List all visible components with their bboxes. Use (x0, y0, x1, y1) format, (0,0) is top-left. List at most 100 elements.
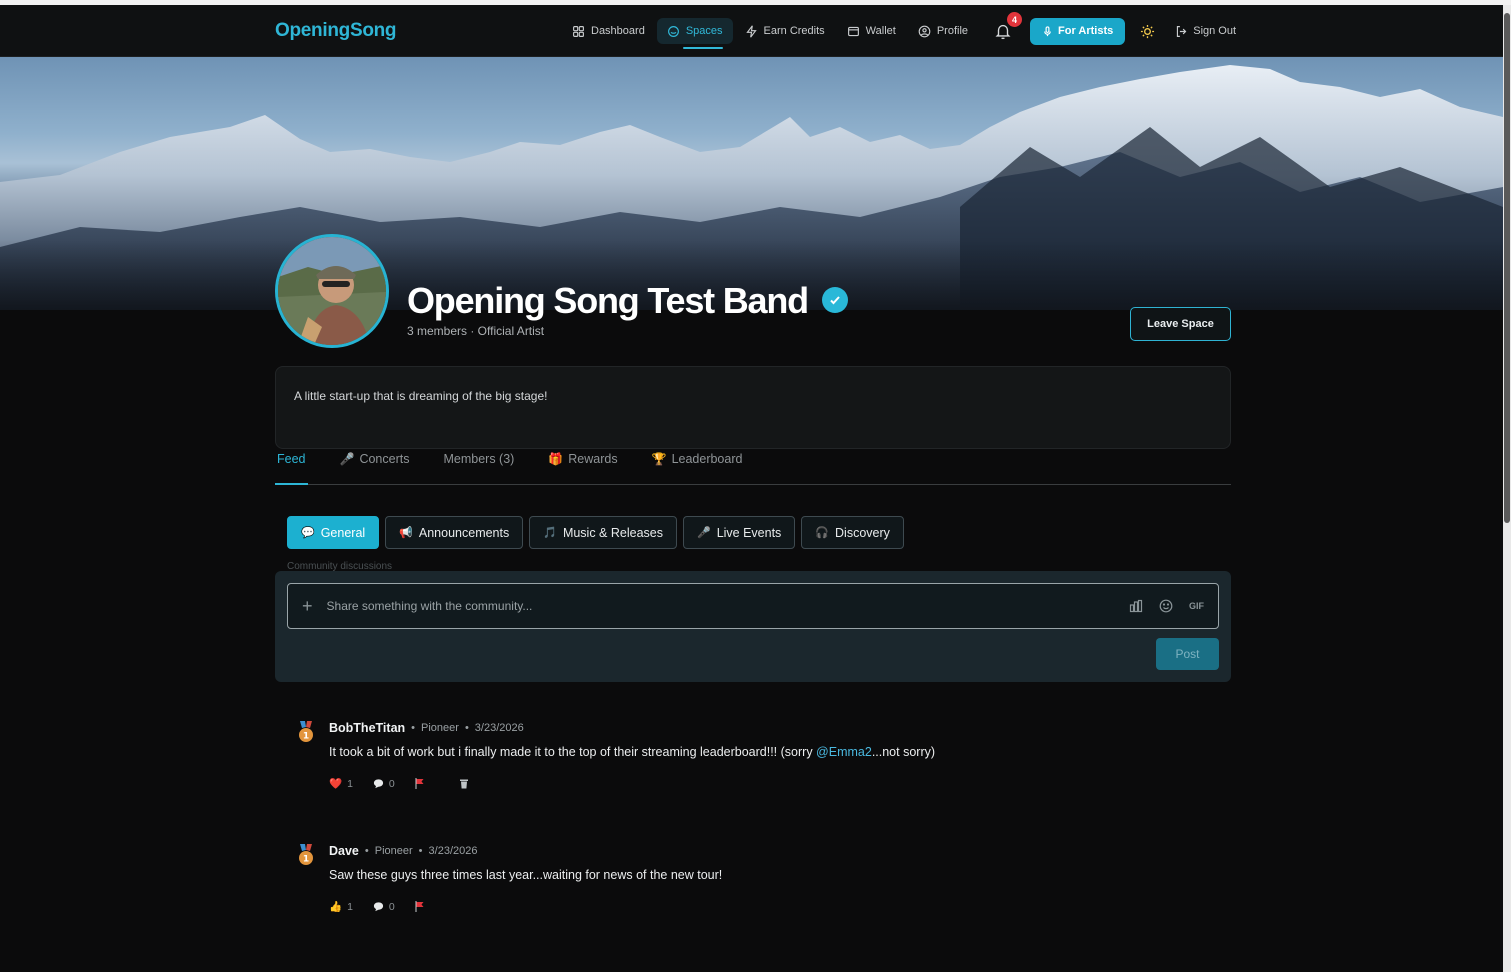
nav-wallet[interactable]: Wallet (837, 18, 906, 44)
space-title: Opening Song Test Band (407, 280, 809, 321)
svg-text:1: 1 (303, 732, 309, 742)
separator-dot: • (411, 722, 416, 734)
flag-icon (415, 901, 424, 912)
nav-spaces[interactable]: Spaces (656, 18, 733, 49)
main-nav: Dashboard Spaces Earn Credits Wallet Pro… (562, 5, 1236, 57)
notifications-button[interactable]: 4 (992, 12, 1023, 42)
svg-text:1: 1 (303, 855, 309, 865)
post-text-end: ...not sorry) (871, 745, 936, 759)
grid-icon (573, 25, 584, 37)
emoji-icon[interactable] (1159, 599, 1173, 613)
feed-post: 1 BobTheTitan • Pioneer • 3/23/2026 It t… (297, 721, 1197, 801)
avatar-photo (278, 237, 386, 345)
scrollbar-thumb[interactable] (1504, 13, 1510, 523)
tab-concerts-label: Concerts (359, 452, 410, 466)
nav-spaces-label: Spaces (685, 25, 723, 37)
for-artists-button[interactable]: For Artists (1030, 17, 1126, 45)
music-note-icon: 🎵 (543, 527, 557, 539)
top-nav-bar: OpeningSong Dashboard Spaces Earn Credit… (0, 5, 1503, 57)
medal-icon: 1 (299, 844, 313, 865)
space-tabs: Feed 🎤 Concerts Members (3) 🎁 Rewards 🏆 … (275, 450, 1231, 485)
for-artists-label: For Artists (1058, 25, 1114, 37)
separator-dot: • (418, 845, 423, 857)
tab-rewards-label: Rewards (568, 452, 618, 466)
notification-count-badge: 4 (1007, 12, 1023, 27)
comment-button[interactable]: 0 (373, 778, 395, 790)
separator-dot: • (464, 722, 469, 734)
plus-icon[interactable]: + (302, 597, 313, 615)
post-actions: 👍 1 0 (329, 900, 425, 913)
user-circle-icon (918, 25, 931, 37)
channel-live-events[interactable]: 🎤 Live Events (682, 516, 796, 549)
channel-discovery-label: Discovery (835, 525, 890, 540)
comment-icon (373, 779, 384, 789)
sign-out-icon (1177, 25, 1187, 37)
comment-button[interactable]: 0 (373, 901, 395, 913)
nav-dashboard-label: Dashboard (591, 25, 645, 37)
post-rank: Pioneer (374, 845, 413, 857)
sun-icon (1140, 24, 1154, 38)
tab-feed-label: Feed (277, 452, 306, 466)
nav-wallet-label: Wallet (865, 25, 896, 37)
leave-space-button[interactable]: Leave Space (1130, 307, 1231, 341)
post-text: It took a bit of work but i finally made… (329, 745, 817, 759)
tab-concerts[interactable]: 🎤 Concerts (338, 450, 412, 485)
delete-button[interactable] (459, 778, 469, 789)
channel-discovery[interactable]: 🎧 Discovery (801, 516, 904, 549)
tab-members-label: Members (3) (443, 452, 515, 466)
reaction-count: 1 (347, 777, 353, 790)
tab-members[interactable]: Members (3) (441, 450, 516, 485)
nav-earn-credits-label: Earn Credits (763, 25, 825, 37)
post-author[interactable]: Dave (329, 844, 359, 858)
space-banner-image (0, 57, 1503, 310)
report-button[interactable] (415, 901, 425, 912)
tab-feed[interactable]: Feed (275, 450, 308, 485)
scrollbar[interactable] (1503, 5, 1511, 972)
composer-placeholder[interactable]: Share something with the community... (327, 599, 1129, 613)
microphone-icon (1044, 25, 1051, 36)
channel-announcements[interactable]: 📢 Announcements (385, 516, 524, 549)
post-mention[interactable]: @Emma2 (816, 745, 872, 759)
post-composer: + Share something with the community... … (275, 571, 1231, 682)
nav-profile-label: Profile (936, 25, 969, 37)
sign-out-button[interactable]: Sign Out (1175, 25, 1236, 38)
space-description: A little start-up that is dreaming of th… (275, 366, 1231, 449)
sign-out-label: Sign Out (1193, 25, 1237, 37)
space-avatar[interactable] (275, 234, 389, 348)
nav-earn-credits[interactable]: Earn Credits (735, 18, 835, 44)
comment-icon (373, 902, 384, 912)
channel-announcements-label: Announcements (418, 525, 510, 540)
reaction-button[interactable]: ❤️ 1 (329, 777, 353, 791)
post-date: 3/23/2026 (474, 722, 524, 734)
space-meta: 3 members · Official Artist (407, 324, 545, 338)
post-button[interactable]: Post (1156, 638, 1219, 670)
app-logo[interactable]: OpeningSong (275, 20, 397, 42)
channel-music-releases[interactable]: 🎵 Music & Releases (529, 516, 677, 549)
reaction-button[interactable]: 👍 1 (329, 900, 353, 914)
tab-leaderboard[interactable]: 🏆 Leaderboard (650, 450, 745, 485)
nav-profile[interactable]: Profile (908, 18, 978, 44)
gift-icon: 🎁 (548, 452, 564, 466)
post-author[interactable]: BobTheTitan (329, 721, 405, 735)
headphones-icon: 🎧 (815, 527, 830, 539)
verified-badge-icon (822, 287, 848, 313)
thumbs-up-icon: 👍 (329, 901, 343, 913)
feed-post: 1 Dave • Pioneer • 3/23/2026 Saw these g… (297, 844, 1197, 924)
megaphone-icon: 📢 (399, 527, 413, 539)
composer-input[interactable]: + Share something with the community... … (287, 583, 1219, 629)
tab-rewards[interactable]: 🎁 Rewards (546, 450, 619, 485)
theme-toggle-button[interactable] (1133, 17, 1161, 45)
flag-icon (415, 778, 424, 789)
channel-general-label: General (320, 525, 366, 540)
bolt-icon (745, 24, 757, 38)
gif-button[interactable]: GIF (1189, 601, 1204, 611)
medal-icon: 1 (299, 721, 313, 742)
report-button[interactable] (415, 778, 425, 789)
separator-dot: • (364, 845, 369, 857)
microphone-icon: 🎤 (696, 527, 711, 539)
reaction-count: 1 (347, 900, 353, 913)
channel-general[interactable]: 💬 General (287, 516, 380, 549)
poll-icon[interactable] (1129, 599, 1143, 613)
post-date: 3/23/2026 (428, 845, 478, 857)
nav-dashboard[interactable]: Dashboard (562, 18, 655, 44)
